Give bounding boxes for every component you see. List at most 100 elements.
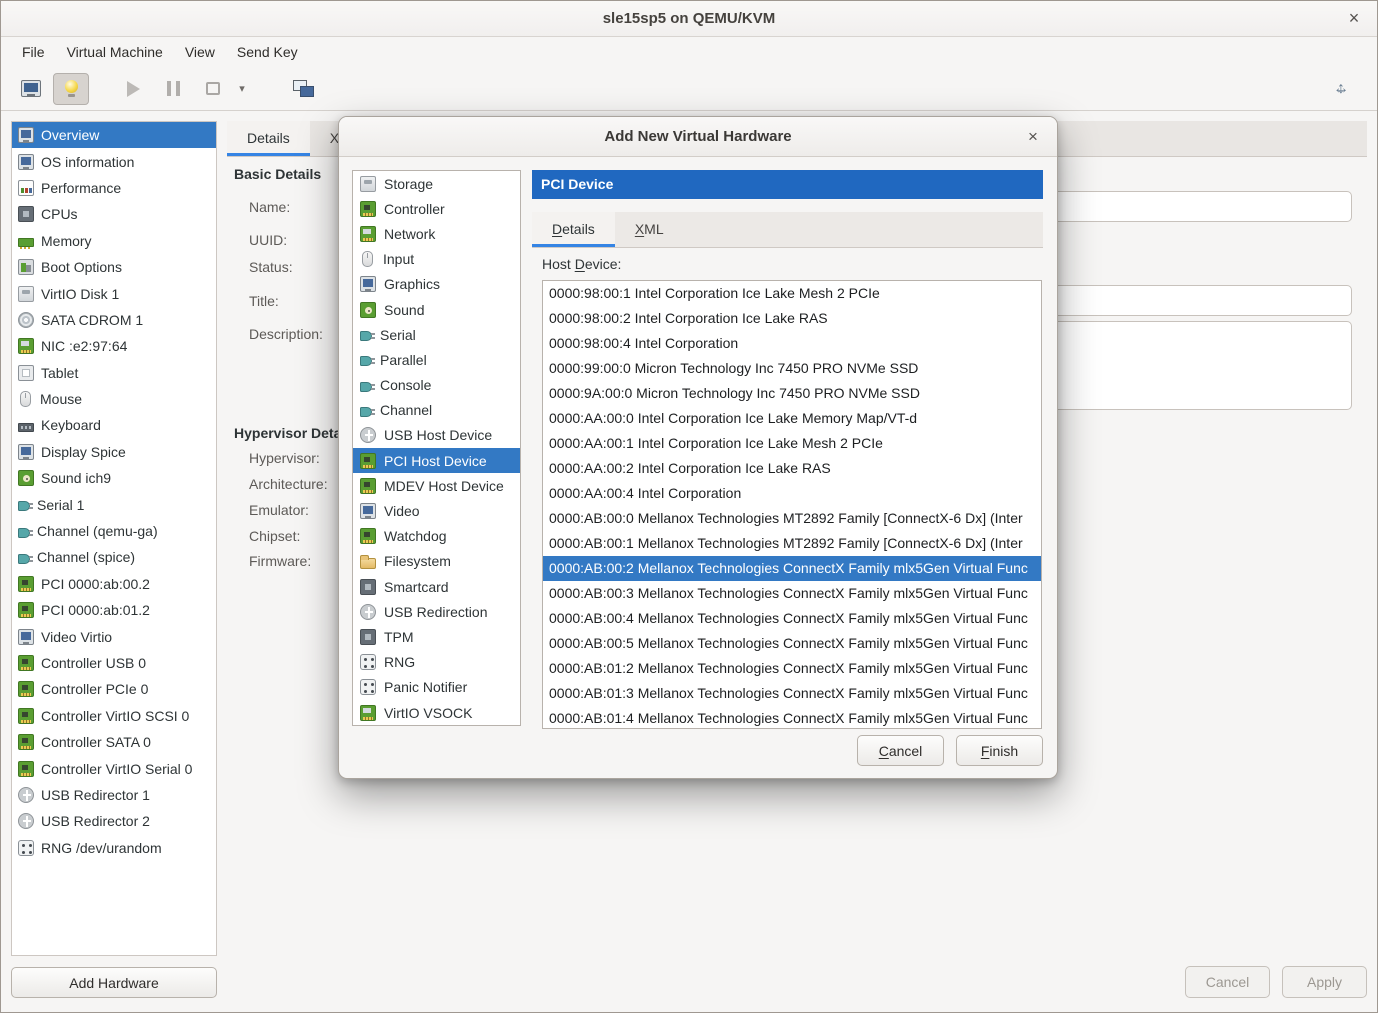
dialog-close-icon[interactable]: × bbox=[1021, 125, 1045, 149]
manage-snapshots-button[interactable] bbox=[285, 73, 321, 105]
hw-type-serial[interactable]: Serial bbox=[353, 322, 520, 347]
dialog-tab-xml[interactable]: XML bbox=[615, 212, 684, 247]
pause-button[interactable] bbox=[155, 73, 191, 105]
sidebar-item-label: Video Virtio bbox=[41, 629, 112, 645]
hw-type-usb-host-device[interactable]: USB Host Device bbox=[353, 423, 520, 448]
pci-device-row[interactable]: 0000:AB:00:5 Mellanox Technologies Conne… bbox=[543, 631, 1041, 656]
host-device-list[interactable]: 0000:98:00:1 Intel Corporation Ice Lake … bbox=[542, 280, 1042, 729]
main-apply-button[interactable]: Apply bbox=[1282, 966, 1367, 998]
window-close-icon[interactable]: × bbox=[1341, 6, 1367, 32]
hw-type-controller[interactable]: Controller bbox=[353, 196, 520, 221]
sidebar-item-boot-options[interactable]: Boot Options bbox=[12, 254, 216, 280]
pci-device-row[interactable]: 0000:AB:01:3 Mellanox Technologies Conne… bbox=[543, 681, 1041, 706]
sidebar-item-keyboard[interactable]: Keyboard bbox=[12, 412, 216, 438]
dialog-tab-details[interactable]: Details bbox=[532, 212, 615, 247]
stop-icon bbox=[206, 82, 220, 95]
dialog-titlebar[interactable]: Add New Virtual Hardware × bbox=[339, 117, 1057, 157]
sidebar-item-label: Controller SATA 0 bbox=[41, 734, 151, 750]
pci-device-row[interactable]: 0000:99:00:0 Micron Technology Inc 7450 … bbox=[543, 356, 1041, 381]
sidebar-item-sata-cdrom-1[interactable]: SATA CDROM 1 bbox=[12, 307, 216, 333]
sidebar-item-rng-dev-urandom[interactable]: RNG /dev/urandom bbox=[12, 835, 216, 861]
hw-type-panic-notifier[interactable]: Panic Notifier bbox=[353, 675, 520, 700]
pci-device-row[interactable]: 0000:AB:01:4 Mellanox Technologies Conne… bbox=[543, 706, 1041, 729]
sidebar-item-label: NIC :e2:97:64 bbox=[41, 338, 127, 354]
sidebar-item-os-information[interactable]: OS information bbox=[12, 148, 216, 174]
sidebar-item-controller-virtio-serial-0[interactable]: Controller VirtIO Serial 0 bbox=[12, 755, 216, 781]
pci-device-row[interactable]: 0000:98:00:4 Intel Corporation bbox=[543, 331, 1041, 356]
hardware-type-list[interactable]: StorageControllerNetworkInputGraphicsSou… bbox=[352, 170, 521, 726]
sidebar-item-display-spice[interactable]: Display Spice bbox=[12, 439, 216, 465]
sidebar-item-virtio-disk-1[interactable]: VirtIO Disk 1 bbox=[12, 280, 216, 306]
hw-type-virtio-vsock[interactable]: VirtIO VSOCK bbox=[353, 700, 520, 725]
hw-type-sound[interactable]: Sound bbox=[353, 297, 520, 322]
sidebar-item-performance[interactable]: Performance bbox=[12, 175, 216, 201]
pci-device-row[interactable]: 0000:98:00:2 Intel Corporation Ice Lake … bbox=[543, 306, 1041, 331]
pci-device-row[interactable]: 0000:AB:00:3 Mellanox Technologies Conne… bbox=[543, 581, 1041, 606]
sidebar-item-overview[interactable]: Overview bbox=[12, 122, 216, 148]
hw-type-smartcard[interactable]: Smartcard bbox=[353, 574, 520, 599]
pci-device-row[interactable]: 0000:AB:00:1 Mellanox Technologies MT289… bbox=[543, 531, 1041, 556]
hw-type-graphics[interactable]: Graphics bbox=[353, 272, 520, 297]
hw-type-usb-redirection[interactable]: USB Redirection bbox=[353, 599, 520, 624]
pci-device-row[interactable]: 0000:AB:01:2 Mellanox Technologies Conne… bbox=[543, 656, 1041, 681]
pci-device-row[interactable]: 0000:AB:00:0 Mellanox Technologies MT289… bbox=[543, 506, 1041, 531]
shutdown-button[interactable] bbox=[195, 73, 231, 105]
sidebar-item-controller-virtio-scsi-0[interactable]: Controller VirtIO SCSI 0 bbox=[12, 703, 216, 729]
hw-type-console[interactable]: Console bbox=[353, 373, 520, 398]
sidebar-list[interactable]: OverviewOS informationPerformanceCPUsMem… bbox=[12, 122, 216, 861]
menu-virtual-machine[interactable]: Virtual Machine bbox=[56, 37, 174, 67]
hw-type-storage[interactable]: Storage bbox=[353, 171, 520, 196]
pci-device-row[interactable]: 0000:AA:00:4 Intel Corporation bbox=[543, 481, 1041, 506]
hw-type-video[interactable]: Video bbox=[353, 498, 520, 523]
sidebar-item-tablet[interactable]: Tablet bbox=[12, 360, 216, 386]
shutdown-menu-button[interactable]: ▾ bbox=[233, 73, 251, 105]
dialog-finish-button[interactable]: Finish bbox=[956, 735, 1043, 766]
sidebar-item-serial-1[interactable]: Serial 1 bbox=[12, 491, 216, 517]
menu-send-key[interactable]: Send Key bbox=[226, 37, 309, 67]
sidebar-item-channel-qemu-ga[interactable]: Channel (qemu-ga) bbox=[12, 518, 216, 544]
hw-type-mdev-host-device[interactable]: MDEV Host Device bbox=[353, 473, 520, 498]
fullscreen-button[interactable]: ↔↕ bbox=[1323, 73, 1359, 105]
sidebar-item-usb-redirector-2[interactable]: USB Redirector 2 bbox=[12, 808, 216, 834]
main-cancel-button[interactable]: Cancel bbox=[1185, 966, 1270, 998]
sidebar-item-pci-0000-ab-00-2[interactable]: PCI 0000:ab:00.2 bbox=[12, 571, 216, 597]
dialog-cancel-button[interactable]: Cancel bbox=[857, 735, 944, 766]
usb-icon bbox=[18, 787, 34, 803]
sidebar-item-controller-pcie-0[interactable]: Controller PCIe 0 bbox=[12, 676, 216, 702]
sidebar-item-channel-spice[interactable]: Channel (spice) bbox=[12, 544, 216, 570]
hw-type-input[interactable]: Input bbox=[353, 247, 520, 272]
menu-view[interactable]: View bbox=[174, 37, 226, 67]
hw-type-watchdog[interactable]: Watchdog bbox=[353, 524, 520, 549]
pci-device-row[interactable]: 0000:AA:00:0 Intel Corporation Ice Lake … bbox=[543, 406, 1041, 431]
hw-type-parallel[interactable]: Parallel bbox=[353, 347, 520, 372]
hw-type-filesystem[interactable]: Filesystem bbox=[353, 549, 520, 574]
pci-device-row[interactable]: 0000:AB:00:2 Mellanox Technologies Conne… bbox=[543, 556, 1041, 581]
sidebar-item-memory[interactable]: Memory bbox=[12, 228, 216, 254]
add-hardware-button[interactable]: Add Hardware bbox=[11, 967, 217, 998]
show-details-button[interactable] bbox=[53, 73, 89, 105]
hw-type-channel[interactable]: Channel bbox=[353, 398, 520, 423]
sidebar-item-controller-sata-0[interactable]: Controller SATA 0 bbox=[12, 729, 216, 755]
sidebar-item-sound-ich9[interactable]: Sound ich9 bbox=[12, 465, 216, 491]
hw-type-network[interactable]: Network bbox=[353, 221, 520, 246]
show-console-button[interactable] bbox=[13, 73, 49, 105]
pci-device-row[interactable]: 0000:9A:00:0 Micron Technology Inc 7450 … bbox=[543, 381, 1041, 406]
hw-type-tpm[interactable]: TPM bbox=[353, 624, 520, 649]
window-titlebar[interactable]: sle15sp5 on QEMU/KVM × bbox=[1, 1, 1377, 37]
sidebar-item-controller-usb-0[interactable]: Controller USB 0 bbox=[12, 650, 216, 676]
pci-device-row[interactable]: 0000:AA:00:2 Intel Corporation Ice Lake … bbox=[543, 456, 1041, 481]
pci-device-row[interactable]: 0000:AA:00:1 Intel Corporation Ice Lake … bbox=[543, 431, 1041, 456]
pci-device-row[interactable]: 0000:98:00:1 Intel Corporation Ice Lake … bbox=[543, 281, 1041, 306]
hw-type-rng[interactable]: RNG bbox=[353, 650, 520, 675]
sidebar-item-mouse[interactable]: Mouse bbox=[12, 386, 216, 412]
hw-type-pci-host-device[interactable]: PCI Host Device bbox=[353, 448, 520, 473]
sidebar-item-video-virtio[interactable]: Video Virtio bbox=[12, 623, 216, 649]
run-button[interactable] bbox=[115, 73, 151, 105]
sidebar-item-cpus[interactable]: CPUs bbox=[12, 201, 216, 227]
sidebar-item-usb-redirector-1[interactable]: USB Redirector 1 bbox=[12, 782, 216, 808]
pci-device-row[interactable]: 0000:AB:00:4 Mellanox Technologies Conne… bbox=[543, 606, 1041, 631]
main-tab-details[interactable]: Details bbox=[227, 121, 310, 156]
menu-file[interactable]: File bbox=[11, 37, 56, 67]
sidebar-item-pci-0000-ab-01-2[interactable]: PCI 0000:ab:01.2 bbox=[12, 597, 216, 623]
sidebar-item-nic-e2-97-64[interactable]: NIC :e2:97:64 bbox=[12, 333, 216, 359]
